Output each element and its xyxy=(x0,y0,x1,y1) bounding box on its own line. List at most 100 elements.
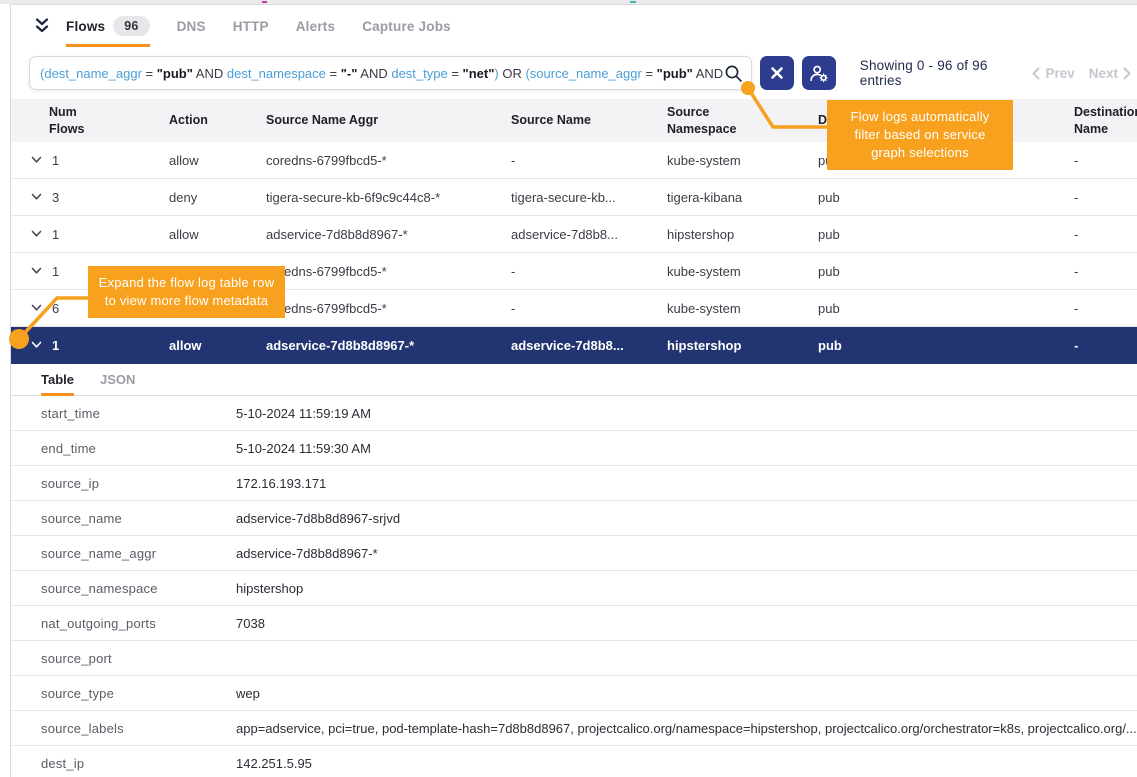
detail-tab-label: Table xyxy=(41,372,74,387)
detail-field-value: adservice-7d8b8d8967-srjvd xyxy=(236,511,1137,526)
flow-table-row[interactable]: 1 allow adservice-7d8b8d8967-* adservice… xyxy=(11,327,1137,364)
detail-field-key: source_ip xyxy=(11,476,236,491)
query-token-kw: AND xyxy=(357,66,391,81)
expand-row-chevron-icon[interactable] xyxy=(31,341,42,349)
query-token-op: = xyxy=(326,66,341,81)
cell-num-flows: 1 xyxy=(52,153,59,168)
cell-action: allow xyxy=(169,153,266,168)
double-chevron-down-icon xyxy=(33,18,51,34)
column-header-source-name-aggr: Source Name Aggr xyxy=(266,112,511,128)
nav-tab-dns[interactable]: DNS xyxy=(177,5,206,47)
cell-source-name: adservice-7d8b8... xyxy=(511,338,667,353)
column-header-source-name: Source Name xyxy=(511,112,667,128)
detail-tab-json[interactable]: JSON xyxy=(100,364,135,396)
clear-filter-button[interactable] xyxy=(760,56,794,90)
column-header-source-namespace: Source Namespace xyxy=(667,104,762,137)
detail-field-value: 142.251.5.95 xyxy=(236,756,1137,771)
nav-tab-alerts[interactable]: Alerts xyxy=(296,5,335,47)
detail-row-start_time: start_time 5-10-2024 11:59:19 AM xyxy=(11,396,1137,431)
cell-source-namespace: kube-system xyxy=(667,153,818,168)
cell-source-namespace: kube-system xyxy=(667,264,818,279)
pagination: Prev Next xyxy=(1032,66,1137,81)
flow-table-row[interactable]: 1 allow adservice-7d8b8d8967-* adservice… xyxy=(11,216,1137,253)
collapse-panel-button[interactable] xyxy=(31,15,53,37)
nav-tab-label: Capture Jobs xyxy=(362,19,451,34)
expand-row-chevron-icon[interactable] xyxy=(31,156,42,164)
prev-label: Prev xyxy=(1045,66,1074,81)
prev-page-button[interactable]: Prev xyxy=(1032,66,1074,81)
flow-logs-panel: Flows 96 DNS HTTP Alerts Capture Jobs (d… xyxy=(0,0,1137,777)
detail-tab-table[interactable]: Table xyxy=(41,364,74,396)
detail-field-value: hipstershop xyxy=(236,581,1137,596)
cell-source-name: adservice-7d8b8... xyxy=(511,227,667,242)
detail-field-value: 5-10-2024 11:59:19 AM xyxy=(236,406,1137,421)
query-token-value: "pub" xyxy=(657,66,693,81)
query-token-kw: AND xyxy=(693,66,723,81)
query-token-kw: AND xyxy=(193,66,227,81)
detail-field-value: 7038 xyxy=(236,616,1137,631)
nav-tab-label: HTTP xyxy=(233,19,269,34)
detail-tab-label: JSON xyxy=(100,372,135,387)
nav-tab-capture-jobs[interactable]: Capture Jobs xyxy=(362,5,451,47)
cell-destination-name: - xyxy=(1074,338,1137,353)
query-token-value: "pub" xyxy=(157,66,193,81)
filter-query-input[interactable]: (dest_name_aggr = "pub" AND dest_namespa… xyxy=(29,56,752,90)
detail-row-source_namespace: source_namespace hipstershop xyxy=(11,571,1137,606)
expand-row-chevron-icon[interactable] xyxy=(31,193,42,201)
x-icon xyxy=(770,66,784,80)
cell-dest-name-aggr: pub xyxy=(818,301,1074,316)
detail-row-source_type: source_type wep xyxy=(11,676,1137,711)
detail-field-key: source_port xyxy=(11,651,236,666)
nav-tab-flows[interactable]: Flows 96 xyxy=(66,5,150,47)
expand-row-chevron-icon[interactable] xyxy=(31,304,42,312)
cell-destination-name: - xyxy=(1074,227,1137,242)
cell-num-flows: 1 xyxy=(52,338,59,353)
query-token-field: dest_name_aggr xyxy=(44,66,142,81)
cell-dest-name-aggr: pub xyxy=(818,338,1074,353)
flow-detail-tabbar: Table JSON xyxy=(11,364,1137,396)
cell-source-name: - xyxy=(511,264,667,279)
filterbar: (dest_name_aggr = "pub" AND dest_namespa… xyxy=(11,47,1137,99)
cell-dest-name-aggr: pub xyxy=(818,264,1074,279)
chevron-left-icon xyxy=(1032,67,1040,80)
cell-source-name: - xyxy=(511,153,667,168)
detail-field-key: source_name xyxy=(11,511,236,526)
column-header-num-flows: Num Flows xyxy=(11,104,106,137)
nav-tabs: Flows 96 DNS HTTP Alerts Capture Jobs xyxy=(66,5,478,47)
cell-source-name-aggr: adservice-7d8b8d8967-* xyxy=(266,227,511,242)
detail-row-source_ip: source_ip 172.16.193.171 xyxy=(11,466,1137,501)
cell-dest-name-aggr: pub xyxy=(818,227,1074,242)
detail-field-key: end_time xyxy=(11,441,236,456)
cell-action: deny xyxy=(169,190,266,205)
cell-num-flows: 1 xyxy=(52,264,59,279)
callout-expand-row-tooltip: Expand the flow log table row to view mo… xyxy=(88,266,285,318)
column-header-action: Action xyxy=(169,112,266,128)
cell-num-flows: 6 xyxy=(52,301,59,316)
nav-tab-label: Alerts xyxy=(296,19,335,34)
nav-tab-http[interactable]: HTTP xyxy=(233,5,269,47)
expand-row-chevron-icon[interactable] xyxy=(31,230,42,238)
cell-source-name-aggr: coredns-6799fbcd5-* xyxy=(266,153,511,168)
cell-source-namespace: kube-system xyxy=(667,301,818,316)
cell-action: allow xyxy=(169,338,266,353)
cell-source-name-aggr: adservice-7d8b8d8967-* xyxy=(266,338,511,353)
query-token-value: "-" xyxy=(341,66,358,81)
showing-entries-text: Showing 0 - 96 of 96 entries xyxy=(860,58,1033,88)
cell-destination-name: - xyxy=(1074,264,1137,279)
detail-field-key: dest_ip xyxy=(11,756,236,771)
expand-row-chevron-icon[interactable] xyxy=(31,267,42,275)
magnifier-icon xyxy=(724,64,743,83)
detail-field-value: app=adservice, pci=true, pod-template-ha… xyxy=(236,721,1137,736)
cell-source-name: - xyxy=(511,301,667,316)
nav-tab-count-badge: 96 xyxy=(113,16,149,36)
column-header-destination-name: Destination Name xyxy=(1074,104,1137,137)
detail-row-source_name: source_name adservice-7d8b8d8967-srjvd xyxy=(11,501,1137,536)
detail-field-value: wep xyxy=(236,686,1137,701)
user-settings-button[interactable] xyxy=(802,56,836,90)
query-token-op: = xyxy=(142,66,157,81)
cell-num-flows: 1 xyxy=(52,227,59,242)
flow-table-row[interactable]: 3 deny tigera-secure-kb-6f9c9c44c8-* tig… xyxy=(11,179,1137,216)
cell-action: allow xyxy=(169,227,266,242)
cell-source-name-aggr: coredns-6799fbcd5-* xyxy=(266,301,511,316)
next-page-button[interactable]: Next xyxy=(1089,66,1131,81)
